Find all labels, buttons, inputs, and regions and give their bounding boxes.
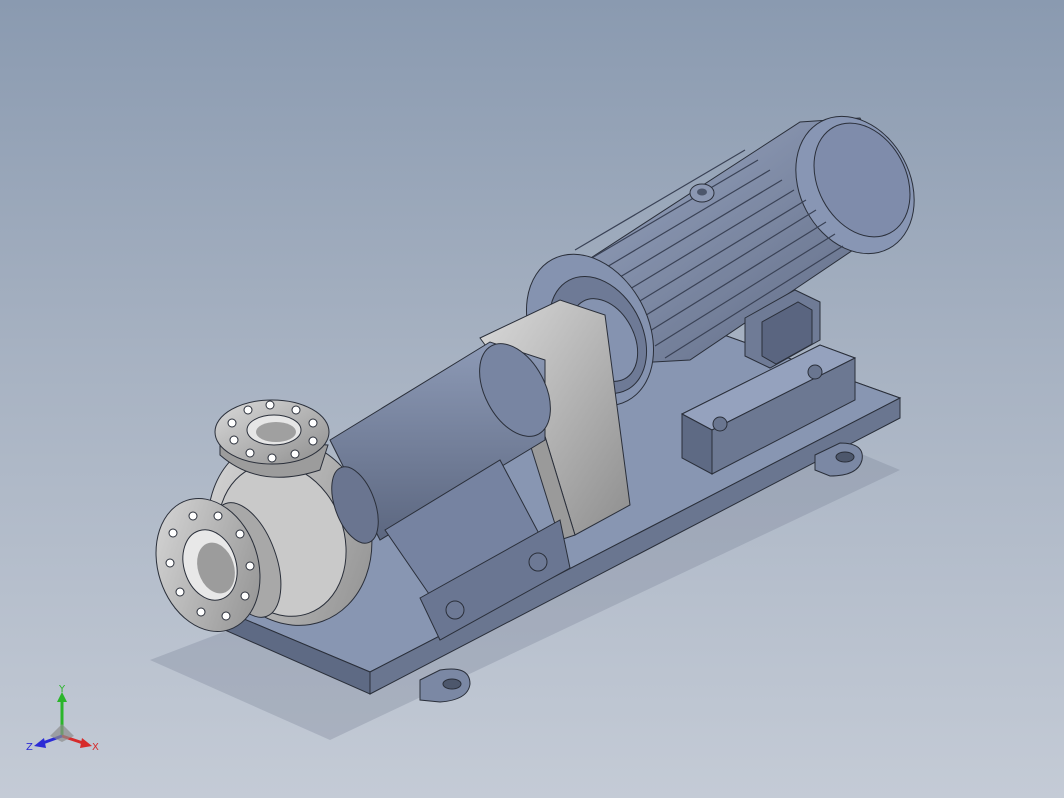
graphics-viewport[interactable]: Y X Z bbox=[0, 0, 1064, 798]
triad-z-label: Z bbox=[26, 742, 33, 753]
reference-triad: Y X Z bbox=[26, 684, 99, 753]
triad-y-label: Y bbox=[58, 684, 66, 695]
triad-x-label: X bbox=[92, 742, 99, 753]
pump-assembly-model[interactable] bbox=[0, 0, 1064, 798]
